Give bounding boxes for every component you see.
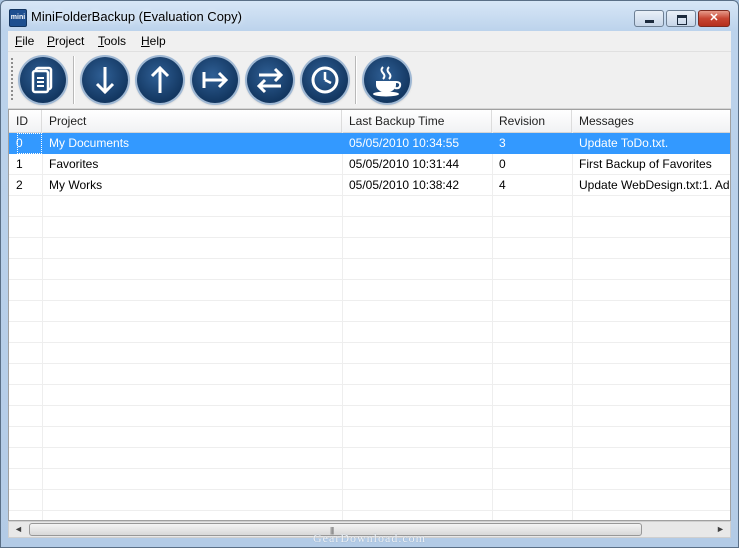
project-list[interactable]: ID Project Last Backup Time Revision Mes… (8, 109, 731, 521)
new-project-button[interactable] (20, 57, 66, 103)
close-button[interactable]: ✕ (698, 10, 730, 27)
grid-line (9, 510, 730, 511)
cell-id: 0 (16, 136, 23, 150)
toolbar (8, 52, 731, 109)
coffee-cup-icon (373, 66, 402, 97)
cell-revision: 0 (499, 157, 506, 171)
menu-project[interactable]: Project (47, 34, 84, 48)
grid-line (9, 426, 730, 427)
menu-help[interactable]: Help (141, 34, 166, 48)
restore-button[interactable] (137, 57, 183, 103)
cell-id: 1 (16, 157, 23, 171)
menu-bar: File Project Tools Help (8, 31, 731, 52)
grid-line (9, 363, 730, 364)
column-header-revision[interactable]: Revision (492, 110, 572, 132)
cell-time: 05/05/2010 10:34:55 (349, 136, 460, 150)
backup-button[interactable] (82, 57, 128, 103)
export-button[interactable] (192, 57, 238, 103)
menu-file[interactable]: File (15, 34, 34, 48)
toolbar-grip[interactable] (11, 58, 13, 102)
maximize-icon (677, 15, 687, 25)
table-row[interactable]: 2 My Works 05/05/2010 10:38:42 4 Update … (9, 175, 730, 196)
grid-line (9, 300, 730, 301)
column-header-project[interactable]: Project (42, 110, 342, 132)
grid-line (9, 384, 730, 385)
cell-time: 05/05/2010 10:38:42 (349, 178, 460, 192)
arrow-up-icon (150, 65, 170, 93)
cell-message: Update WebDesign.txt:1. Add M (579, 178, 730, 192)
table-row[interactable]: 0 My Documents 05/05/2010 10:34:55 3 Upd… (9, 133, 730, 154)
cell-message: First Backup of Favorites (579, 157, 712, 171)
toolbar-separator (73, 56, 74, 104)
document-icon (31, 66, 53, 94)
window-title: MiniFolderBackup (Evaluation Copy) (31, 9, 242, 24)
title-bar[interactable]: mini MiniFolderBackup (Evaluation Copy) … (1, 1, 738, 31)
grid-line (9, 258, 730, 259)
maximize-button[interactable] (666, 10, 696, 27)
cell-id: 2 (16, 178, 23, 192)
swap-arrows-icon (256, 67, 284, 94)
arrow-right-bar-icon (202, 71, 229, 89)
grid-line (9, 216, 730, 217)
list-header: ID Project Last Backup Time Revision Mes… (9, 110, 730, 133)
close-icon: ✕ (709, 12, 719, 24)
grid-line (9, 447, 730, 448)
grid-line (9, 342, 730, 343)
minimize-icon (645, 20, 654, 23)
sync-button[interactable] (247, 57, 293, 103)
cell-revision: 3 (499, 136, 506, 150)
column-header-last-backup-time[interactable]: Last Backup Time (342, 110, 492, 132)
minimize-button[interactable] (634, 10, 664, 27)
app-icon: mini (9, 9, 27, 27)
arrow-down-icon (95, 67, 115, 95)
cell-time: 05/05/2010 10:31:44 (349, 157, 460, 171)
schedule-button[interactable] (302, 57, 348, 103)
cell-project: My Documents (49, 136, 130, 150)
cell-revision: 4 (499, 178, 506, 192)
grid-line (9, 279, 730, 280)
cell-project: Favorites (49, 157, 99, 171)
grid-line (9, 237, 730, 238)
cell-message: Update ToDo.txt. (579, 136, 669, 150)
donate-button[interactable] (364, 57, 410, 103)
watermark: GearDownload.com (313, 531, 426, 545)
grid-line (9, 468, 730, 469)
menu-tools[interactable]: Tools (98, 34, 126, 48)
grid-line (9, 321, 730, 322)
table-row[interactable]: 1 Favorites 05/05/2010 10:31:44 0 First … (9, 154, 730, 175)
column-header-messages[interactable]: Messages (572, 110, 730, 132)
grid-line (9, 489, 730, 490)
column-header-id[interactable]: ID (9, 110, 42, 132)
app-window: mini MiniFolderBackup (Evaluation Copy) … (0, 0, 739, 548)
cell-project: My Works (49, 178, 103, 192)
clock-icon (311, 66, 339, 94)
toolbar-separator (355, 56, 356, 104)
grid-line (9, 405, 730, 406)
